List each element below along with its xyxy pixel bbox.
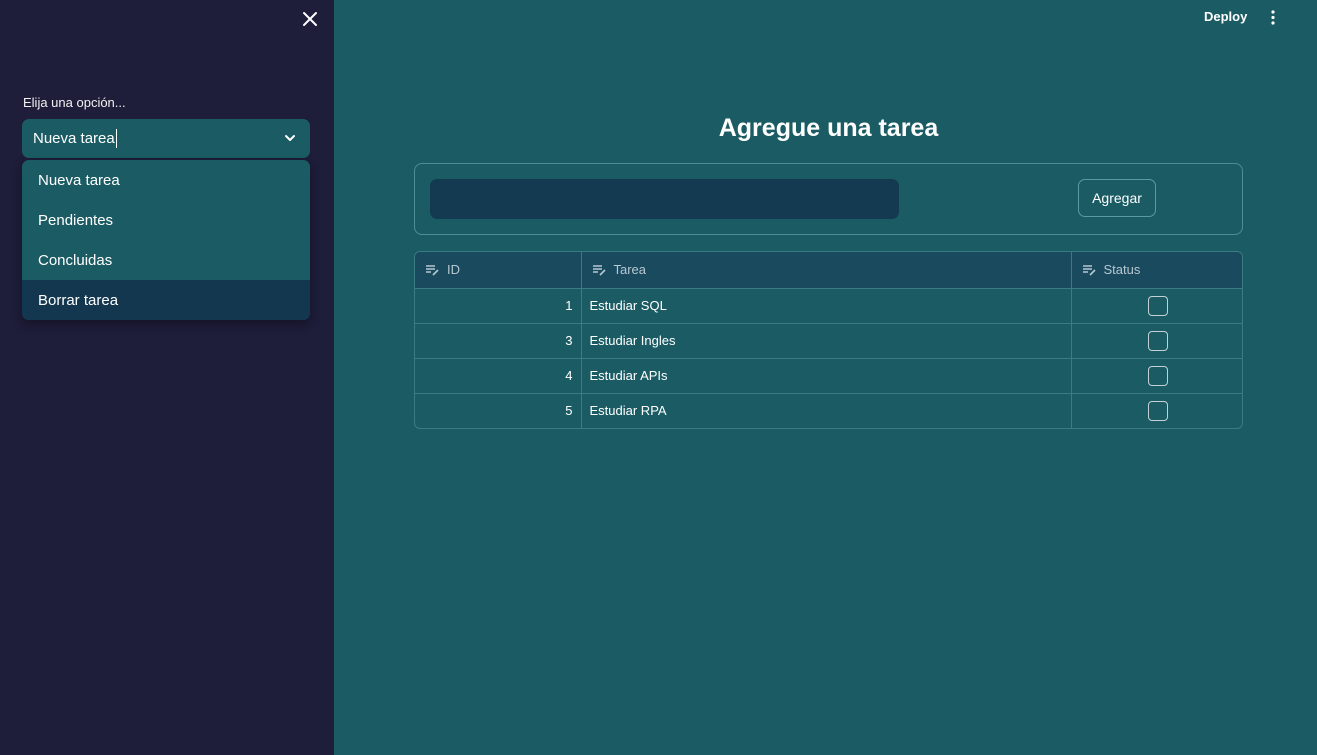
- text-caret: [115, 129, 117, 148]
- table-header-row: ID Tarea Status: [415, 252, 1242, 289]
- select-label: Elija una opción...: [23, 95, 126, 110]
- cell-status: [1071, 288, 1242, 324]
- close-icon: [303, 12, 317, 26]
- cell-tarea[interactable]: Estudiar SQL: [581, 288, 1072, 324]
- cell-status: [1071, 323, 1242, 359]
- text-column-icon: [425, 264, 439, 276]
- table-row: 4 Estudiar APIs: [415, 358, 1242, 394]
- option-borrar-tarea[interactable]: Borrar tarea: [22, 280, 310, 320]
- task-table: ID Tarea Status 1 Estudiar SQL 3 Estudia…: [414, 251, 1243, 429]
- add-task-button[interactable]: Agregar: [1078, 179, 1156, 217]
- column-header-id[interactable]: ID: [415, 252, 582, 289]
- table-row: 3 Estudiar Ingles: [415, 323, 1242, 359]
- task-input[interactable]: [430, 179, 899, 219]
- cell-status: [1071, 358, 1242, 394]
- deploy-button[interactable]: Deploy: [1204, 9, 1247, 24]
- column-header-tarea[interactable]: Tarea: [581, 252, 1072, 289]
- page-title: Agregue una tarea: [718, 114, 939, 142]
- column-label: ID: [447, 262, 460, 278]
- cell-tarea[interactable]: Estudiar APIs: [581, 358, 1072, 394]
- status-checkbox[interactable]: [1147, 365, 1168, 386]
- main-menu-button[interactable]: [1265, 9, 1281, 26]
- table-row: 1 Estudiar SQL: [415, 288, 1242, 324]
- table-row: 5 Estudiar RPA: [415, 393, 1242, 428]
- column-label: Tarea: [613, 262, 647, 278]
- status-checkbox[interactable]: [1147, 400, 1168, 421]
- chevron-down-icon: [283, 131, 297, 145]
- option-dropdown: Nueva tarea Pendientes Concluidas Borrar…: [22, 160, 310, 320]
- text-column-icon: [592, 264, 606, 276]
- cell-status: [1071, 393, 1242, 428]
- status-checkbox[interactable]: [1147, 330, 1168, 351]
- cell-id[interactable]: 3: [415, 323, 582, 359]
- column-header-status[interactable]: Status: [1071, 252, 1242, 289]
- column-label: Status: [1103, 262, 1141, 278]
- text-column-icon: [1082, 264, 1096, 276]
- cell-tarea[interactable]: Estudiar Ingles: [581, 323, 1072, 359]
- select-value: Nueva tarea: [33, 130, 115, 147]
- cell-id[interactable]: 5: [415, 393, 582, 428]
- cell-id[interactable]: 1: [415, 288, 582, 324]
- close-sidebar-button[interactable]: [300, 9, 320, 29]
- cell-id[interactable]: 4: [415, 358, 582, 394]
- option-nueva-tarea[interactable]: Nueva tarea: [22, 160, 310, 200]
- sidebar: Elija una opción... Nueva tarea Nueva ta…: [0, 0, 334, 755]
- option-concluidas[interactable]: Concluidas: [22, 240, 310, 280]
- option-pendientes[interactable]: Pendientes: [22, 200, 310, 240]
- more-vertical-icon: [1271, 10, 1275, 25]
- status-checkbox[interactable]: [1147, 295, 1168, 316]
- option-select[interactable]: Nueva tarea: [22, 119, 310, 158]
- task-form: Agregar: [414, 163, 1243, 235]
- cell-tarea[interactable]: Estudiar RPA: [581, 393, 1072, 428]
